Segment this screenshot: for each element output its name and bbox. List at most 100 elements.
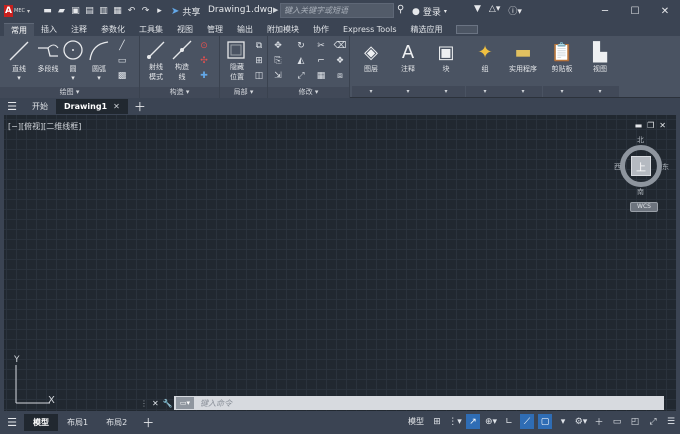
annotation-scale-icon[interactable]: ＋	[592, 414, 606, 429]
viewcube-east[interactable]: 东	[662, 162, 669, 172]
plot-icon[interactable]: ▦	[112, 6, 123, 17]
model-space-label[interactable]: 模型	[408, 416, 424, 427]
circle-button[interactable]: 圆 ▾	[62, 64, 84, 82]
clipboard-dropdown[interactable]: ▾	[543, 86, 581, 97]
rectangle-icon[interactable]: ▭	[116, 55, 128, 67]
login-button[interactable]: ● 登录 ▾	[412, 5, 447, 19]
ribbon-toggle-button[interactable]	[455, 25, 478, 34]
layout-menu-icon[interactable]: ☰	[0, 416, 24, 429]
line-icon[interactable]	[8, 40, 30, 62]
fillet-icon[interactable]: ⌐	[315, 55, 327, 67]
tab-home[interactable]: 常用	[4, 23, 34, 36]
stretch-icon[interactable]: ⇲	[272, 70, 284, 82]
workspace-gear-icon[interactable]: ⚙▾	[574, 414, 588, 429]
unisolate-icon[interactable]: ⊞	[253, 55, 265, 67]
wcs-menu-button[interactable]: WCS	[630, 202, 658, 212]
tab-drawing1[interactable]: Drawing1 ✕	[56, 99, 128, 114]
hatch-icon[interactable]: ▩	[116, 70, 128, 82]
circle-icon[interactable]	[62, 39, 84, 61]
tab-output[interactable]: 输出	[230, 23, 260, 36]
scale-icon[interactable]: ⤢	[295, 70, 307, 82]
close-icon[interactable]: ✕	[659, 121, 666, 130]
save-icon[interactable]: ▣	[70, 6, 81, 17]
mirror-icon[interactable]: ◭	[295, 55, 307, 67]
offset-icon[interactable]: ⧈	[334, 70, 346, 82]
tab-manage[interactable]: 管理	[200, 23, 230, 36]
group-button[interactable]: ✦ 组	[466, 38, 504, 86]
spline-icon[interactable]: ╱	[116, 40, 128, 52]
view-dropdown[interactable]: ▾	[581, 86, 619, 97]
hide-icon[interactable]	[226, 40, 246, 60]
clean-screen-icon[interactable]: ⤢	[646, 414, 660, 429]
snap-icon[interactable]: ⋮▾	[448, 414, 462, 429]
clipboard-button[interactable]: 📋 剪贴板	[543, 38, 581, 86]
annotation-dropdown[interactable]: ▾	[389, 86, 427, 97]
tab-insert[interactable]: 插入	[34, 23, 64, 36]
cart-icon[interactable]: ▼	[474, 4, 481, 17]
customize-wrench-icon[interactable]: 🔧	[163, 399, 173, 408]
viewcube-west[interactable]: 西	[614, 162, 621, 172]
tab-layout1[interactable]: 布局1	[58, 414, 97, 431]
view-button[interactable]: ▙ 视图	[581, 38, 619, 86]
viewport-controls-label[interactable]: [−][俯视][二维线框]	[8, 121, 81, 132]
hide-button[interactable]: 隐藏 位置	[222, 62, 252, 82]
xline-button[interactable]: 构造线	[168, 62, 196, 82]
point-icon[interactable]: ⊙	[198, 40, 210, 52]
tab-model[interactable]: 模型	[24, 414, 58, 431]
search-input[interactable]: 键入关键字或短语	[280, 3, 394, 18]
tab-featured-apps[interactable]: 精选应用	[404, 23, 450, 36]
group-dropdown[interactable]: ▾	[466, 86, 504, 97]
search-expand-icon[interactable]: ▶	[273, 6, 278, 14]
tab-view[interactable]: 视图	[170, 23, 200, 36]
block-dropdown[interactable]: ▾	[427, 86, 465, 97]
viewcube-top-face[interactable]: 上	[631, 156, 651, 176]
xline-icon[interactable]	[172, 40, 192, 60]
polyline-icon[interactable]	[36, 40, 60, 62]
draw-panel-title[interactable]: 绘图 ▾	[0, 87, 139, 98]
polyline-button[interactable]: 多段线	[34, 64, 62, 74]
trim-icon[interactable]: ✂	[315, 40, 327, 52]
tab-parametric[interactable]: 参数化	[94, 23, 132, 36]
minimize-icon[interactable]: ─	[590, 0, 620, 22]
divide-icon[interactable]: ✣	[198, 55, 210, 67]
arc-icon[interactable]	[88, 40, 110, 62]
close-icon[interactable]: ✕	[113, 99, 120, 114]
section-panel-title[interactable]: 局部 ▾	[220, 87, 267, 98]
restore-icon[interactable]: ❐	[647, 121, 654, 130]
tab-start[interactable]: 开始	[24, 99, 56, 114]
grid-icon[interactable]: ⊞	[430, 414, 444, 429]
redo-icon[interactable]: ↷	[140, 6, 151, 17]
layers-button[interactable]: ◈ 图层	[352, 38, 390, 86]
annotation-button[interactable]: A 注释	[389, 38, 427, 86]
ray-button[interactable]: 射线 模式	[142, 62, 170, 82]
infer-constraints-icon[interactable]: ↗	[466, 414, 480, 429]
tab-toolsets[interactable]: 工具集	[132, 23, 170, 36]
block-button[interactable]: ▣ 块	[427, 38, 465, 86]
section-plane-icon[interactable]: ◫	[253, 70, 265, 82]
drawing-canvas[interactable]: [−][俯视][二维线框] ▬ ❐ ✕ 北 上 西 东 南 WCS Y X	[0, 115, 680, 411]
dynamic-input-icon[interactable]: ⊕▾	[484, 414, 498, 429]
viewcube[interactable]: 北 上 西 东 南	[614, 135, 669, 196]
customization-menu-icon[interactable]: ☰	[664, 414, 678, 429]
array-icon[interactable]: ▦	[315, 70, 327, 82]
line-button[interactable]: 直线 ▾	[4, 64, 34, 82]
explode-icon[interactable]: ❖	[334, 55, 346, 67]
grip-icon[interactable]: ⋮	[140, 399, 148, 408]
isolate-icon[interactable]: ⧉	[253, 40, 265, 52]
share-button[interactable]: ➤ 共享	[171, 5, 200, 18]
tab-collaborate[interactable]: 协作	[306, 23, 336, 36]
erase-icon[interactable]: ⌫	[334, 40, 347, 52]
arc-button[interactable]: 圆弧 ▾	[86, 64, 112, 82]
viewcube-south[interactable]: 南	[637, 187, 644, 197]
layers-dropdown[interactable]: ▾	[352, 86, 390, 97]
ray-icon[interactable]	[146, 40, 166, 60]
command-input[interactable]: ▭▾ 键入命令	[174, 396, 664, 410]
minimize-icon[interactable]: ▬	[635, 121, 643, 130]
construct-panel-title[interactable]: 构造 ▾	[140, 87, 219, 98]
web-save-icon[interactable]: ▥	[98, 6, 109, 17]
maximize-icon[interactable]: ☐	[620, 0, 650, 22]
new-file-icon[interactable]: ▬	[42, 6, 53, 17]
utilities-dropdown[interactable]: ▾	[504, 86, 542, 97]
search-icon[interactable]: ⚲	[397, 4, 409, 16]
autodesk-app-icon[interactable]: △▾	[489, 4, 500, 17]
